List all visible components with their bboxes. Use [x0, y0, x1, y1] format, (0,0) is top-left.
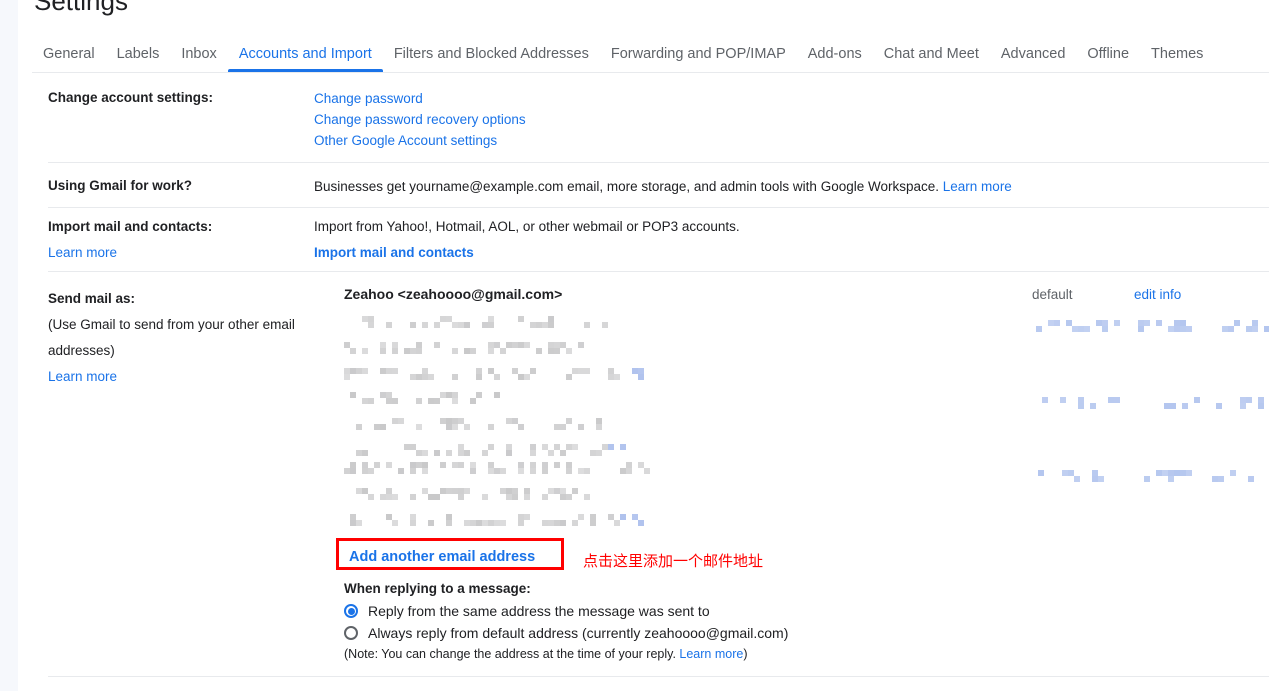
settings-page: Settings General Labels Inbox Accounts a…: [18, 0, 1269, 691]
reply-note: (Note: You can change the address at the…: [344, 647, 788, 661]
radio-same-address[interactable]: [344, 604, 358, 618]
import-mail-description: Import from Yahoo!, Hotmail, AOL, or oth…: [314, 219, 740, 234]
change-account-settings-label: Change account settings:: [48, 88, 318, 107]
page-title: Settings: [34, 0, 128, 16]
import-mail-and-contacts-link[interactable]: Import mail and contacts: [314, 240, 740, 266]
tab-offline[interactable]: Offline: [1076, 45, 1140, 72]
tab-accounts-and-import[interactable]: Accounts and Import: [227, 45, 383, 72]
import-mail-value: Import from Yahoo!, Hotmail, AOL, or oth…: [314, 214, 740, 266]
tab-forwarding-and-pop-imap[interactable]: Forwarding and POP/IMAP: [600, 45, 797, 72]
import-mail-label: Import mail and contacts: Learn more: [48, 214, 318, 266]
tab-advanced[interactable]: Advanced: [990, 45, 1077, 72]
tab-themes[interactable]: Themes: [1140, 45, 1214, 72]
reply-option-default-address-label: Always reply from default address (curre…: [368, 625, 789, 641]
send-mail-as-note-line1: (Use Gmail to send from your other email: [48, 317, 295, 332]
add-another-email-address-label: Add another email address: [349, 549, 536, 565]
reply-note-learn-more-link[interactable]: Learn more: [679, 647, 743, 661]
send-mail-as-learn-more-link[interactable]: Learn more: [48, 369, 117, 384]
settings-tabs: General Labels Inbox Accounts and Import…: [32, 38, 1214, 72]
change-password-recovery-options-link[interactable]: Change password recovery options: [314, 109, 526, 130]
reply-option-default-address[interactable]: Always reply from default address (curre…: [344, 622, 788, 644]
change-account-settings-label-text: Change account settings:: [48, 90, 214, 105]
send-mail-as-primary-address: Zeahoo <zeahoooo@gmail.com>: [344, 286, 563, 302]
gmail-for-work-text: Businesses get yourname@example.com emai…: [314, 179, 940, 194]
change-password-link[interactable]: Change password: [314, 88, 526, 109]
change-account-settings-links: Change password Change password recovery…: [314, 88, 526, 151]
send-mail-as-column-edit-info[interactable]: edit info: [1134, 287, 1181, 302]
reply-note-prefix: (Note: You can change the address at the…: [344, 647, 680, 661]
send-mail-as-label: Send mail as: (Use Gmail to send from yo…: [48, 286, 318, 390]
reply-note-suffix: ): [743, 647, 748, 661]
when-replying-title: When replying to a message:: [344, 581, 531, 596]
divider-4: [48, 676, 1269, 677]
tabs-divider: [32, 72, 1269, 73]
add-another-email-address-button[interactable]: Add another email address: [336, 538, 564, 570]
tab-chat-and-meet[interactable]: Chat and Meet: [873, 45, 990, 72]
import-mail-learn-more-link[interactable]: Learn more: [48, 245, 117, 260]
send-mail-as-label-text: Send mail as:: [48, 291, 136, 306]
tab-general[interactable]: General: [32, 45, 106, 72]
gmail-for-work-learn-more-link[interactable]: Learn more: [943, 179, 1012, 194]
divider-1: [48, 162, 1269, 163]
reply-option-same-address-label: Reply from the same address the message …: [368, 603, 710, 619]
radio-default-address[interactable]: [344, 626, 358, 640]
send-mail-as-note-line2: addresses): [48, 343, 115, 358]
gmail-for-work-label: Using Gmail for work?: [48, 176, 318, 195]
send-mail-as-column-default: default: [1032, 287, 1073, 302]
reply-option-same-address[interactable]: Reply from the same address the message …: [344, 600, 788, 622]
tab-inbox[interactable]: Inbox: [170, 45, 227, 72]
left-gutter: [0, 0, 18, 691]
import-mail-label-text: Import mail and contacts:: [48, 219, 213, 234]
tab-filters-and-blocked-addresses[interactable]: Filters and Blocked Addresses: [383, 45, 600, 72]
when-replying-group: When replying to a message: Reply from t…: [344, 581, 788, 661]
divider-2: [48, 207, 1269, 208]
gmail-for-work-label-text: Using Gmail for work?: [48, 178, 193, 193]
gmail-for-work-value: Businesses get yourname@example.com emai…: [314, 176, 1012, 197]
other-google-account-settings-link[interactable]: Other Google Account settings: [314, 130, 526, 151]
annotation-add-email-address: 点击这里添加一个邮件地址: [583, 552, 764, 570]
divider-3: [48, 271, 1269, 272]
tab-labels[interactable]: Labels: [106, 45, 171, 72]
tab-add-ons[interactable]: Add-ons: [797, 45, 873, 72]
